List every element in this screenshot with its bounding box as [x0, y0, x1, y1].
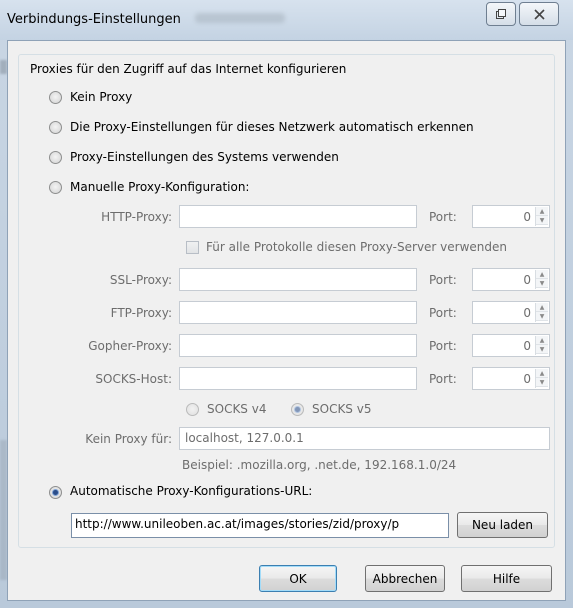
no-proxy-for-input[interactable]: localhost, 127.0.0.1: [179, 427, 550, 450]
gopher-proxy-input[interactable]: [179, 334, 417, 357]
radio-system-proxy[interactable]: [49, 151, 62, 164]
http-port-stepper[interactable]: 0 ▲ ▼: [472, 205, 550, 228]
reload-button[interactable]: Neu laden: [457, 512, 548, 538]
spin-up-icon[interactable]: ▲: [536, 303, 548, 312]
spin-down-icon[interactable]: ▼: [536, 378, 548, 387]
ftp-port-value: 0: [523, 306, 531, 320]
socks-host-label: SOCKS-Host:: [95, 372, 172, 386]
ftp-proxy-label: FTP-Proxy:: [110, 306, 172, 320]
title-bar[interactable]: Verbindungs-Einstellungen: [0, 0, 573, 40]
spin-up-icon[interactable]: ▲: [536, 369, 548, 378]
spin-arrows[interactable]: ▲ ▼: [535, 336, 548, 355]
close-button[interactable]: [519, 2, 559, 26]
no-proxy-example: Beispiel: .mozilla.org, .net.de, 192.168…: [182, 458, 457, 472]
spin-arrows[interactable]: ▲ ▼: [535, 303, 548, 322]
ssl-port-value: 0: [523, 273, 531, 287]
http-proxy-label: HTTP-Proxy:: [101, 210, 172, 224]
restore-icon: [496, 9, 506, 19]
cancel-button[interactable]: Abbrechen: [365, 565, 445, 592]
radio-manual-proxy-label[interactable]: Manuelle Proxy-Konfiguration:: [70, 180, 249, 194]
gopher-port-label: Port:: [429, 339, 457, 353]
radio-auto-detect-label[interactable]: Die Proxy-Einstellungen für dieses Netzw…: [70, 120, 474, 134]
radio-auto-detect[interactable]: [49, 121, 62, 134]
spin-down-icon[interactable]: ▼: [536, 312, 548, 321]
http-port-label: Port:: [429, 210, 457, 224]
ssl-proxy-label: SSL-Proxy:: [109, 273, 172, 287]
share-all-checkbox[interactable]: [186, 241, 199, 254]
gopher-port-stepper[interactable]: 0 ▲ ▼: [472, 334, 550, 357]
spin-arrows[interactable]: ▲ ▼: [535, 207, 548, 226]
socks-port-value: 0: [523, 372, 531, 386]
spin-down-icon[interactable]: ▼: [536, 345, 548, 354]
edge-artifact: [0, 440, 7, 580]
spin-down-icon[interactable]: ▼: [536, 216, 548, 225]
gopher-port-value: 0: [523, 339, 531, 353]
gopher-proxy-label: Gopher-Proxy:: [88, 339, 172, 353]
radio-socks-v5-label[interactable]: SOCKS v5: [312, 402, 371, 416]
radio-pac-url-label[interactable]: Automatische Proxy-Konfigurations-URL:: [70, 484, 312, 498]
radio-pac-url[interactable]: [49, 486, 62, 499]
group-legend: Proxies für den Zugriff auf das Internet…: [28, 62, 351, 76]
socks-port-label: Port:: [429, 372, 457, 386]
ssl-port-label: Port:: [429, 273, 457, 287]
radio-socks-v4-label[interactable]: SOCKS v4: [207, 402, 266, 416]
radio-manual-proxy[interactable]: [49, 181, 62, 194]
spin-up-icon[interactable]: ▲: [536, 336, 548, 345]
ok-button[interactable]: OK: [259, 565, 337, 592]
spin-arrows[interactable]: ▲ ▼: [535, 369, 548, 388]
ftp-port-stepper[interactable]: 0 ▲ ▼: [472, 301, 550, 324]
ftp-port-label: Port:: [429, 306, 457, 320]
socks-port-stepper[interactable]: 0 ▲ ▼: [472, 367, 550, 390]
spin-arrows[interactable]: ▲ ▼: [535, 270, 548, 289]
ssl-proxy-input[interactable]: [179, 268, 417, 291]
http-port-value: 0: [523, 210, 531, 224]
spin-up-icon[interactable]: ▲: [536, 207, 548, 216]
spin-down-icon[interactable]: ▼: [536, 279, 548, 288]
ssl-port-stepper[interactable]: 0 ▲ ▼: [472, 268, 550, 291]
edge-artifact: [0, 60, 7, 74]
window-title: Verbindungs-Einstellungen: [7, 12, 181, 27]
close-icon: [533, 8, 545, 20]
title-blur: [195, 13, 285, 23]
ftp-proxy-input[interactable]: [179, 301, 417, 324]
radio-socks-v5[interactable]: [291, 403, 304, 416]
restore-button[interactable]: [486, 2, 516, 26]
socks-host-input[interactable]: [179, 367, 417, 390]
radio-no-proxy-label[interactable]: Kein Proxy: [70, 90, 132, 104]
radio-socks-v4[interactable]: [186, 403, 199, 416]
spin-up-icon[interactable]: ▲: [536, 270, 548, 279]
radio-no-proxy[interactable]: [49, 91, 62, 104]
http-proxy-input[interactable]: [179, 205, 417, 228]
help-button[interactable]: Hilfe: [461, 565, 552, 592]
radio-system-proxy-label[interactable]: Proxy-Einstellungen des Systems verwende…: [70, 150, 339, 164]
share-all-label[interactable]: Für alle Protokolle diesen Proxy-Server …: [206, 240, 507, 254]
no-proxy-for-label: Kein Proxy für:: [85, 432, 172, 446]
pac-url-input[interactable]: http://www.unileoben.ac.at/images/storie…: [71, 513, 449, 538]
